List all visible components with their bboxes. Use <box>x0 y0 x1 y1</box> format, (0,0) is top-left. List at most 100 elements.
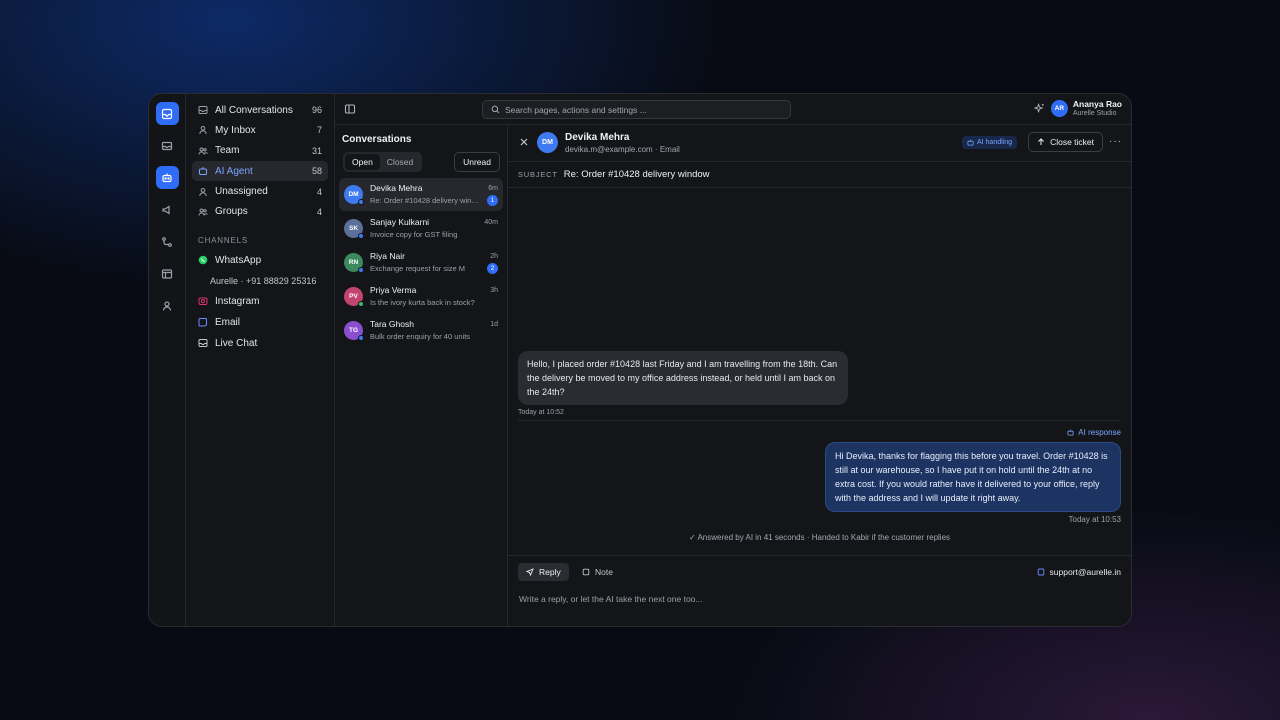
avatar: TG <box>344 321 364 341</box>
mail-icon[interactable] <box>156 134 179 157</box>
channel-label: Instagram <box>215 295 260 307</box>
close-ticket-label: Close ticket <box>1050 137 1094 147</box>
arrow-up-icon <box>1038 138 1044 145</box>
conversation-time: 40m <box>484 218 498 226</box>
user-menu[interactable]: AR Ananya Rao Aurelle Studio <box>1033 99 1122 118</box>
avatar: DM <box>344 185 364 205</box>
tab-open[interactable]: Open <box>345 154 380 170</box>
conversation-header: Devika Mehra 6m <box>370 182 498 194</box>
inbox-app-icon[interactable] <box>155 102 179 125</box>
user-icon <box>198 125 210 135</box>
status-dot <box>358 199 364 205</box>
app-window: All Conversations 96 My Inbox 7 Team 31 … <box>148 93 1132 627</box>
channel-label: WhatsApp <box>215 254 262 266</box>
sidebar-toggle-icon[interactable] <box>344 103 356 115</box>
avatar-initials: RN <box>348 259 359 266</box>
reply-label: Reply <box>539 567 561 577</box>
note-label: Note <box>595 567 613 577</box>
nav-label: Groups <box>215 206 248 218</box>
conversation-time: 1d <box>490 320 498 328</box>
conversation-preview: Exchange request for size M <box>370 263 466 273</box>
ai-response-text: AI response <box>1078 428 1121 437</box>
conversation-body: Sanjay Kulkarni 40m Invoice copy for GST f… <box>370 216 498 240</box>
tab-reply[interactable]: Reply <box>518 563 569 581</box>
from-email: support@aurelle.in <box>1049 567 1121 577</box>
from-address[interactable]: support@aurelle.in <box>1037 567 1121 577</box>
close-ticket-button[interactable]: Close ticket <box>1028 132 1103 152</box>
thread-header: DM Devika Mehra devika.m@example.com · E… <box>508 125 1131 162</box>
channel-email[interactable]: Email <box>192 312 328 333</box>
conversation-item[interactable]: PV Priya Verma 3h Is the ivory kurta back i… <box>339 280 503 313</box>
user-icon <box>198 187 210 197</box>
nav-label: My Inbox <box>215 124 256 136</box>
conversation-preview-row: Is the ivory kurta back in stock? <box>370 296 498 308</box>
content-area: Conversations Open Closed Unread DM Devik… <box>335 125 1131 626</box>
conversation-header: Tara Ghosh 1d <box>370 318 498 330</box>
team-icon <box>198 207 210 217</box>
nav-unassigned[interactable]: Unassigned 4 <box>192 182 328 202</box>
nav-label: Team <box>215 145 240 157</box>
nav-count: 7 <box>316 125 322 136</box>
bot-icon[interactable] <box>155 166 179 189</box>
contact-avatar: DM <box>537 132 558 153</box>
tab-note[interactable]: Note <box>580 563 615 581</box>
nav-groups[interactable]: Groups 4 <box>192 202 328 222</box>
close-icon[interactable] <box>519 137 529 147</box>
channel-instagram[interactable]: Instagram <box>192 291 328 312</box>
reply-input[interactable]: Write a reply, or let the AI take the ne… <box>519 594 702 604</box>
status-dot <box>358 267 364 273</box>
conversation-item[interactable]: DM Devika Mehra 6m Re: Order #10428 deliver… <box>339 178 503 211</box>
conversation-body: Priya Verma 3h Is the ivory kurta back in … <box>370 284 498 308</box>
channel-whatsapp[interactable]: WhatsApp <box>192 250 328 271</box>
conversation-header: Sanjay Kulkarni 40m <box>370 216 498 228</box>
whatsapp-account[interactable]: Aurelle · +91 88829 25316 <box>192 271 328 291</box>
inbox-icon <box>198 105 210 115</box>
nav-team[interactable]: Team 31 <box>192 141 328 161</box>
conversation-item[interactable]: TG Tara Ghosh 1d Bulk order enquiry for 40 … <box>339 314 503 347</box>
ai-chip-label: AI handling <box>976 139 1012 146</box>
subject-row: SUBJECT Re: Order #10428 delivery window <box>508 162 1131 188</box>
conversation-preview: Re: Order #10428 delivery window <box>370 195 481 205</box>
top-bar: Search pages, actions and settings ... A… <box>335 94 1131 125</box>
team-icon <box>198 146 210 156</box>
conversation-body: Devika Mehra 6m Re: Order #10428 delivery … <box>370 182 498 206</box>
message-divider <box>518 420 1121 421</box>
conversation-item[interactable]: SK Sanjay Kulkarni 40m Invoice copy for GST… <box>339 212 503 245</box>
avatar-initials: DM <box>348 191 359 198</box>
conversation-preview-row: Bulk order enquiry for 40 units <box>370 330 498 342</box>
channel-live-chat[interactable]: Live Chat <box>192 333 328 354</box>
conversation-time: 6m <box>488 184 498 192</box>
nav-count: 4 <box>316 206 322 217</box>
conversation-name: Sanjay Kulkarni <box>370 217 430 227</box>
sparkle-icon[interactable] <box>1033 103 1045 114</box>
conversation-item[interactable]: RN Riya Nair 2h Exchange request for size M… <box>339 246 503 279</box>
nav-all-conversations[interactable]: All Conversations 96 <box>192 100 328 120</box>
layout-icon[interactable] <box>156 262 179 285</box>
conversations-title: Conversations <box>342 134 412 145</box>
megaphone-icon[interactable] <box>156 198 179 221</box>
conversation-preview-row: Invoice copy for GST filing <box>370 228 498 240</box>
nav-count: 4 <box>316 186 322 197</box>
unread-badge: 2 <box>487 262 498 274</box>
nav-my-inbox[interactable]: My Inbox 7 <box>192 120 328 140</box>
note-icon <box>582 568 590 576</box>
nav-ai-agent[interactable]: AI Agent 58 <box>192 161 328 182</box>
inbox-sidebar: All Conversations 96 My Inbox 7 Team 31 … <box>186 94 335 626</box>
user-org: Aurelle Studio <box>1072 110 1117 117</box>
chat-icon <box>198 338 210 348</box>
more-options-icon[interactable]: ··· <box>1109 136 1122 147</box>
search-icon <box>491 105 500 114</box>
nav-count: 96 <box>311 105 322 115</box>
message-area: Hello, I placed order #10428 last Friday… <box>508 188 1131 555</box>
conversation-name: Devika Mehra <box>370 183 423 193</box>
conversation-thread: DM Devika Mehra devika.m@example.com · E… <box>508 125 1131 626</box>
contacts-icon[interactable] <box>156 294 179 317</box>
workflow-icon[interactable] <box>156 230 179 253</box>
ai-handling-badge: AI handling <box>961 136 1017 149</box>
contact-email: devika.m@example.com · Email <box>565 145 680 154</box>
tab-closed[interactable]: Closed <box>380 154 420 170</box>
search-bar[interactable]: Search pages, actions and settings ... <box>482 100 791 119</box>
conversation-preview: Invoice copy for GST filing <box>370 229 458 239</box>
unread-filter-button[interactable]: Unread <box>454 152 500 172</box>
outgoing-message: Hi Devika, thanks for flagging this befo… <box>825 442 1121 512</box>
